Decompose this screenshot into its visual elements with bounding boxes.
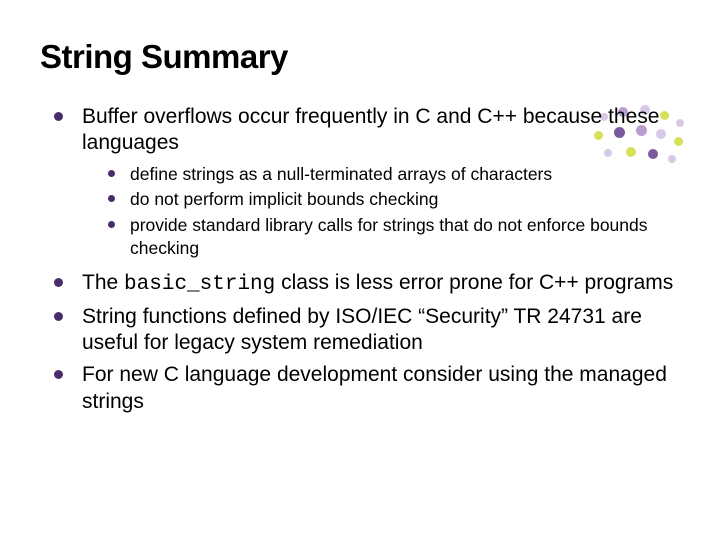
bullet-text: Buffer overflows occur frequently in C a… <box>82 105 659 154</box>
bullet-code: basic_string <box>124 273 275 296</box>
sub-bullet-item: do not perform implicit bounds checking <box>104 188 680 211</box>
slide-title: String Summary <box>40 38 680 76</box>
sub-bullet-text: do not perform implicit bounds checking <box>130 189 438 209</box>
bullet-item: The basic_string class is less error pro… <box>50 270 680 298</box>
sub-bullet-list: define strings as a null-terminated arra… <box>82 163 680 260</box>
bullet-item: For new C language development consider … <box>50 362 680 415</box>
bullet-item: Buffer overflows occur frequently in C a… <box>50 104 680 260</box>
sub-bullet-text: define strings as a null-terminated arra… <box>130 164 552 184</box>
bullet-item: String functions defined by ISO/IEC “Sec… <box>50 304 680 357</box>
sub-bullet-item: define strings as a null-terminated arra… <box>104 163 680 186</box>
bullet-text: String functions defined by ISO/IEC “Sec… <box>82 305 642 354</box>
bullet-text-pre: The <box>82 271 124 294</box>
bullet-text-post: class is less error prone for C++ progra… <box>275 271 673 294</box>
sub-bullet-text: provide standard library calls for strin… <box>130 215 648 258</box>
sub-bullet-item: provide standard library calls for strin… <box>104 214 680 260</box>
bullet-text: For new C language development consider … <box>82 363 667 412</box>
bullet-list: Buffer overflows occur frequently in C a… <box>40 104 680 415</box>
slide: String Summary Buffer overflows occur fr… <box>0 0 720 540</box>
slide-content: Buffer overflows occur frequently in C a… <box>40 104 680 415</box>
